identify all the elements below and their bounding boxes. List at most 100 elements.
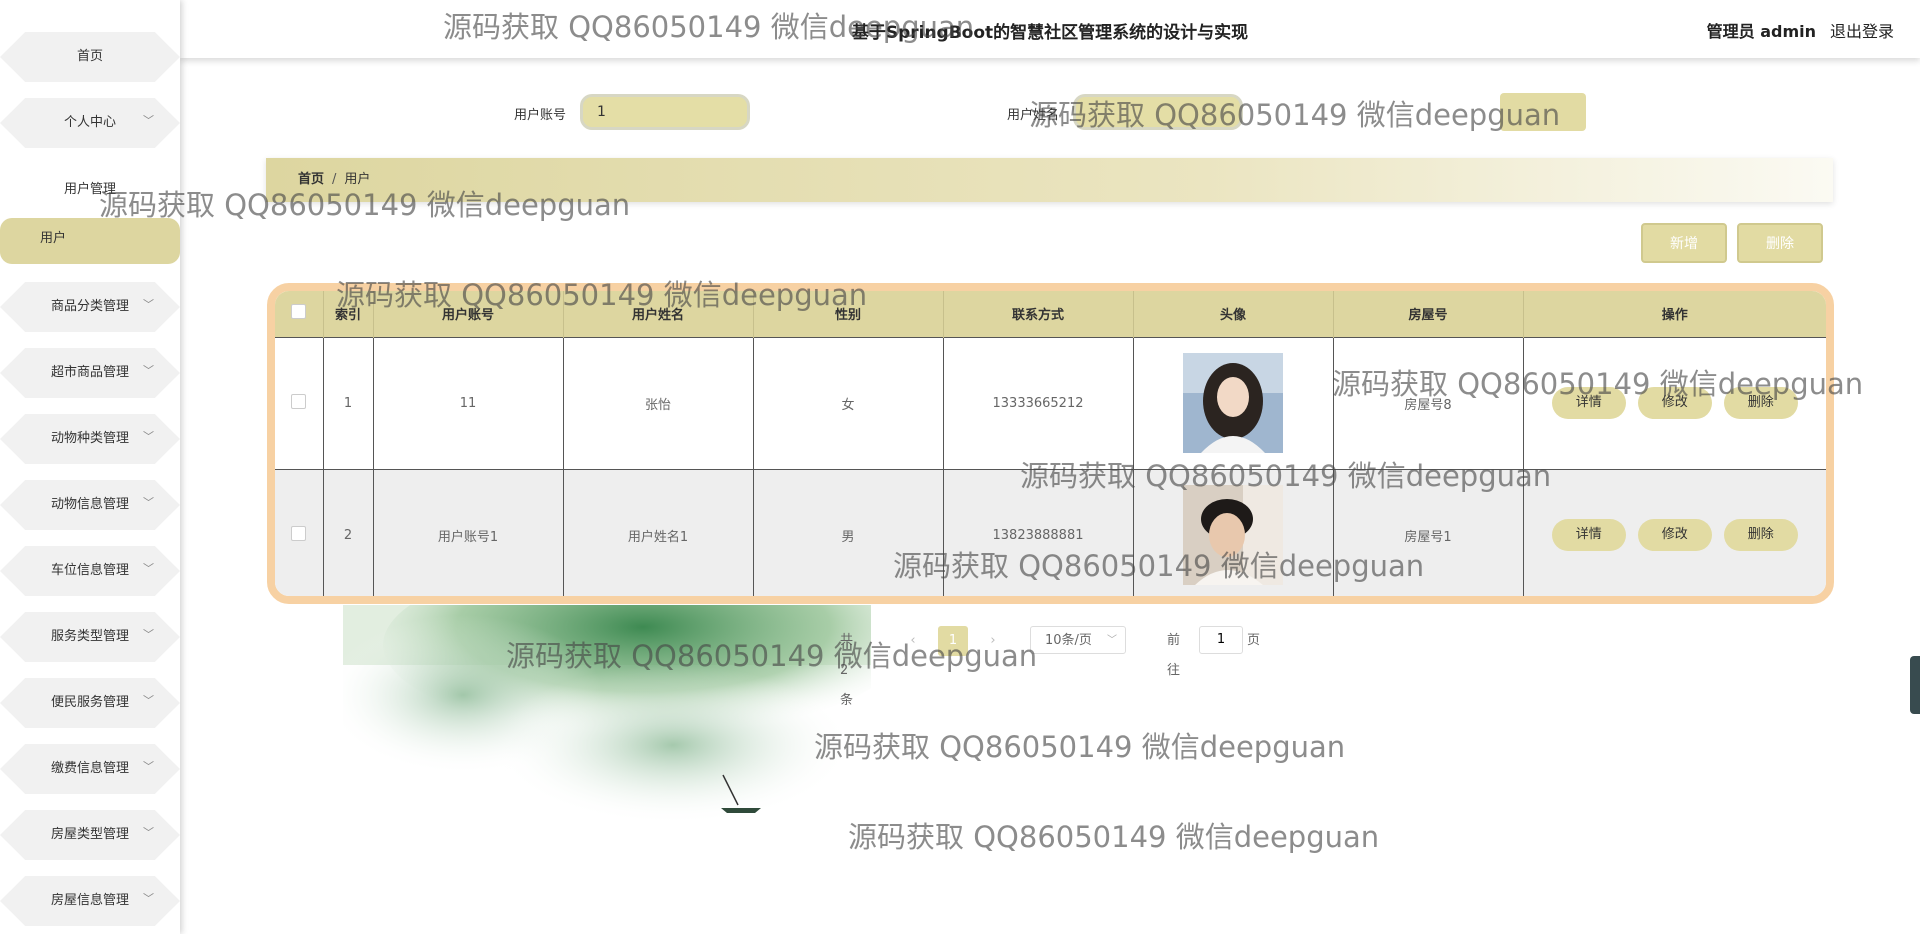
search-button[interactable] xyxy=(1500,93,1586,131)
page-unit-label: 页 xyxy=(1247,633,1261,648)
sidebar-item-user-management[interactable]: 用户管理 xyxy=(0,163,180,217)
chevron-down-icon: ﹀ xyxy=(143,298,154,311)
table-row: 2 用户账号1 用户姓名1 男 13823888881 房屋号1 详情修改 删除 xyxy=(275,468,1826,596)
cell-phone: 13823888881 xyxy=(943,468,1134,596)
select-all-checkbox[interactable] xyxy=(291,304,307,320)
pagination-total: 共 2 条 xyxy=(840,633,854,708)
watermark-text: 源码获取 QQ86050149 微信deepguan xyxy=(814,730,1346,764)
row-checkbox[interactable] xyxy=(291,525,307,541)
column-header: 房屋号 xyxy=(1333,291,1524,337)
sidebar-item-label: 用户 xyxy=(40,231,67,246)
edit-button[interactable]: 修改 xyxy=(1637,387,1712,419)
account-label: 用户账号 xyxy=(514,108,567,123)
cell-house: 房屋号8 xyxy=(1333,336,1524,469)
goto-label: 前往 xyxy=(1167,633,1181,678)
batch-delete-button[interactable]: 删除 xyxy=(1737,223,1823,263)
cell-gender: 男 xyxy=(753,468,944,596)
chevron-down-icon: ﹀ xyxy=(143,114,154,127)
column-header: 头像 xyxy=(1133,291,1334,337)
add-button[interactable]: 新增 xyxy=(1641,223,1727,263)
current-user: 管理员 admin xyxy=(1706,22,1816,41)
delete-button[interactable]: 删除 xyxy=(1723,387,1798,419)
sidebar-item-convenience-service[interactable]: 便民服务管理 ﹀ xyxy=(0,676,180,730)
cell-account: 用户账号1 xyxy=(373,468,564,596)
column-header: 索引 xyxy=(323,291,374,337)
edit-button[interactable]: 修改 xyxy=(1637,519,1712,552)
row-checkbox-cell[interactable] xyxy=(275,336,324,469)
goto-page-input[interactable] xyxy=(1199,626,1243,654)
chevron-down-icon: ﹀ xyxy=(143,826,154,839)
cell-operations: 详情 修改 删除 xyxy=(1523,468,1826,596)
sidebar-item-personal-center[interactable]: 个人中心 ﹀ xyxy=(0,96,180,150)
breadcrumb: 首页 / 用户 xyxy=(266,158,1833,202)
sidebar: 首页 个人中心 ﹀ 用户管理 用户 商品分类管理 ﹀ 超市商品管理 ﹀ 动物种类… xyxy=(0,0,180,934)
avatar xyxy=(1183,353,1283,453)
column-header: 用户姓名 xyxy=(563,291,754,337)
page-number[interactable]: 1 xyxy=(938,626,968,656)
breadcrumb-separator: / xyxy=(332,172,337,187)
chevron-down-icon: ﹀ xyxy=(143,364,154,377)
cell-avatar xyxy=(1133,468,1334,596)
sidebar-item-animal-info[interactable]: 动物信息管理 ﹀ xyxy=(0,478,180,532)
sidebar-item-label: 用户管理 xyxy=(63,182,116,197)
select-all-checkbox-cell[interactable] xyxy=(275,291,324,337)
cell-avatar xyxy=(1133,336,1334,469)
sidebar-item-animal-species[interactable]: 动物种类管理 ﹀ xyxy=(0,412,180,466)
column-header: 操作 xyxy=(1661,308,1688,324)
chevron-down-icon: ﹀ xyxy=(143,562,154,575)
cell-index: 2 xyxy=(323,468,374,596)
row-checkbox-cell[interactable] xyxy=(275,468,324,596)
cell-house: 房屋号1 xyxy=(1333,468,1524,596)
sidebar-item-home[interactable]: 首页 xyxy=(0,30,180,84)
cell-operations: 详情 修改 删除 xyxy=(1523,336,1826,469)
delete-button[interactable]: 删除 xyxy=(1723,519,1798,552)
sidebar-item-parking-info[interactable]: 车位信息管理 ﹀ xyxy=(0,544,180,598)
cell-gender: 女 xyxy=(753,336,944,469)
sidebar-item-label: 首页 xyxy=(76,49,103,64)
sidebar-item-users[interactable]: 用户 xyxy=(0,212,180,266)
avatar xyxy=(1183,485,1283,586)
cell-account: 11 xyxy=(373,336,564,469)
cell-phone: 13333665212 xyxy=(943,336,1134,469)
table-row: 1 11 张怡 女 13333665212 房屋号8 详情 修改 删除 xyxy=(275,336,1826,469)
row-checkbox[interactable] xyxy=(291,393,307,409)
name-search-input[interactable] xyxy=(1073,94,1243,130)
chevron-down-icon: ﹀ xyxy=(143,628,154,641)
account-search-input[interactable] xyxy=(580,94,750,130)
column-header: 性别 xyxy=(753,291,944,337)
column-header: 用户账号 xyxy=(373,291,564,337)
sidebar-item-service-type[interactable]: 服务类型管理 ﹀ xyxy=(0,610,180,664)
chevron-down-icon: ﹀ xyxy=(143,694,154,707)
cell-index: 1 xyxy=(323,336,374,469)
watermark-text: 源码获取 QQ86050149 微信deepguan xyxy=(848,820,1380,854)
breadcrumb-current: 用户 xyxy=(344,172,371,187)
cell-name: 用户姓名1 xyxy=(563,468,754,596)
chevron-down-icon: ﹀ xyxy=(143,430,154,443)
chevron-down-icon: ﹀ xyxy=(143,892,154,905)
top-header: 基于SpringBoot的智慧社区管理系统的设计与实现 管理员 admin 退出… xyxy=(180,0,1920,58)
chevron-down-icon: ﹀ xyxy=(143,760,154,773)
table-header-row: 索引 用户账号 用户姓名 性别 联系方式 头像 房屋号 操作 xyxy=(275,291,1826,337)
detail-button[interactable]: 详情 xyxy=(1551,519,1626,552)
sidebar-item-supermarket-goods[interactable]: 超市商品管理 ﹀ xyxy=(0,346,180,400)
scroll-handle[interactable] xyxy=(1910,656,1920,714)
page-title: 基于SpringBoot的智慧社区管理系统的设计与实现 xyxy=(851,23,1249,43)
next-page-icon[interactable]: › xyxy=(978,626,1008,656)
cell-name: 张怡 xyxy=(563,336,754,469)
sidebar-item-house-info[interactable]: 房屋信息管理 ﹀ xyxy=(0,874,180,928)
page-size-value: 10条/页 xyxy=(1045,633,1092,648)
user-table: 索引 用户账号 用户姓名 性别 联系方式 头像 房屋号 操作 1 11 张怡 女… xyxy=(267,283,1834,604)
breadcrumb-home[interactable]: 首页 xyxy=(298,158,324,202)
ink-wash-landscape xyxy=(343,605,871,825)
sidebar-item-house-type[interactable]: 房屋类型管理 ﹀ xyxy=(0,808,180,862)
detail-button[interactable]: 详情 xyxy=(1551,387,1626,419)
sidebar-item-payment-info[interactable]: 缴费信息管理 ﹀ xyxy=(0,742,180,796)
prev-page-icon[interactable]: ‹ xyxy=(898,626,928,656)
logout-link[interactable]: 退出登录 xyxy=(1830,18,1894,42)
chevron-down-icon: ﹀ xyxy=(1107,635,1117,646)
name-label: 用户姓名 xyxy=(1007,108,1060,123)
chevron-down-icon: ﹀ xyxy=(143,496,154,509)
sidebar-item-product-category[interactable]: 商品分类管理 ﹀ xyxy=(0,280,180,334)
column-header: 联系方式 xyxy=(943,291,1134,337)
page-size-select[interactable]: 10条/页 ﹀ xyxy=(1030,626,1126,654)
